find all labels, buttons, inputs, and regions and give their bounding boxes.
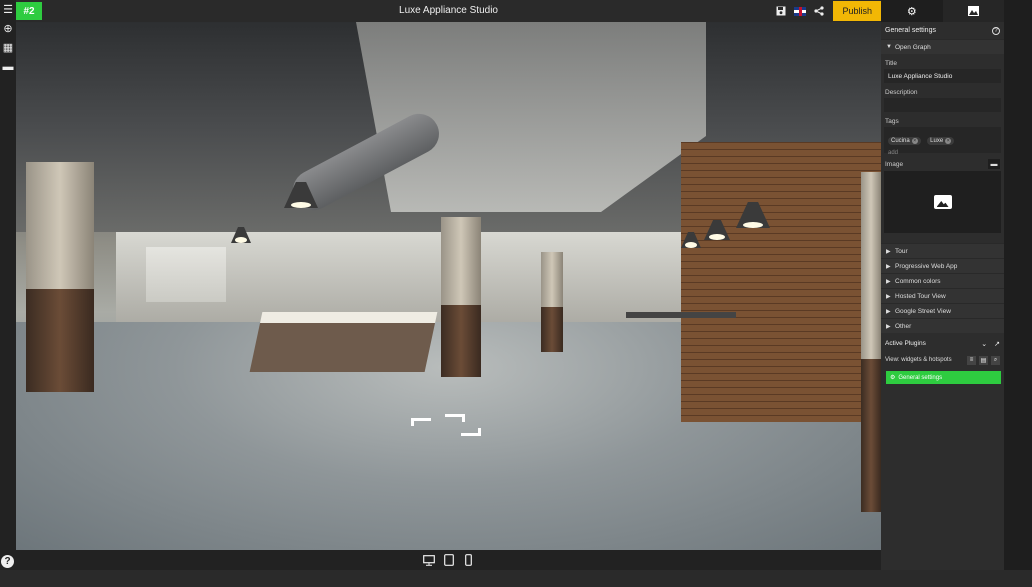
accordion-open-graph[interactable]: ▼ Open Graph [881,39,1004,54]
image-dropzone[interactable] [884,171,1001,233]
add-icon[interactable]: ⊕ [0,19,16,38]
folder-icon[interactable]: ▬ [988,159,1000,169]
image-icon [967,6,979,16]
top-bar: #2 Luxe Appliance Studio Publish [16,0,881,22]
caret-right-icon: ▶ [886,308,891,315]
gear-icon: ⚙ [890,375,896,381]
settings-panel: ⚙ General settings ? ▼ Open Graph Title … [881,0,1004,570]
accordion-other[interactable]: ▶ Other [881,318,1004,333]
table [626,312,736,352]
language-flag-icon[interactable] [793,4,807,18]
gear-icon: ⚙ [906,5,917,18]
publish-button[interactable]: Publish [833,1,881,21]
image-label: Image [885,160,904,168]
list-view-icon[interactable]: ≡ [967,355,976,365]
caret-right-icon: ▶ [886,278,891,285]
save-icon[interactable] [774,4,788,18]
caret-right-icon: ▶ [886,263,891,270]
tour-title: Luxe Appliance Studio [399,5,498,16]
general-settings-plugin-button[interactable]: ⚙ General settings [886,371,1001,384]
active-plugins-header: Active Plugins ⌄ ↗ [881,335,1004,352]
pillar [26,162,94,392]
pillar [861,172,881,512]
chevron-down-icon[interactable]: ⌄ [981,340,987,348]
accordion-hosted-tour-view[interactable]: ▶ Hosted Tour View [881,288,1004,303]
active-plugins-label: Active Plugins [885,340,926,347]
caret-right-icon: ▶ [886,248,891,255]
caret-down-icon: ▼ [886,44,892,50]
help-icon[interactable]: ? [1,555,14,568]
accordion-tour[interactable]: ▶ Tour [881,243,1004,258]
accordion-common-colors[interactable]: ▶ Common colors [881,273,1004,288]
tag-chip[interactable]: Luxe × [927,137,955,145]
tab-media[interactable] [942,0,1004,22]
left-rail: ☰ ⊕ ▦ ▬ ? [0,0,16,570]
remove-icon[interactable]: × [911,138,918,144]
title-field[interactable]: Luxe Appliance Studio [884,69,1001,83]
pillar [541,252,563,352]
image-placeholder-icon [933,195,952,209]
image-row: Image ▬ [881,153,1004,171]
kitchen-island [249,312,438,372]
accordion-pwa[interactable]: ▶ Progressive Web App [881,258,1004,273]
kitchen-appliances [146,247,226,302]
title-label: Title [885,60,898,67]
remove-icon[interactable]: × [945,138,952,144]
panorama-viewer[interactable] [16,22,881,550]
caret-right-icon: ▶ [886,323,891,330]
folder-icon[interactable]: ▬ [0,57,16,76]
top-actions: Publish [774,0,881,22]
description-field[interactable] [884,98,1001,112]
bottom-strip [0,570,1032,587]
menu-icon[interactable]: ☰ [0,0,16,19]
caret-right-icon: ▶ [886,293,891,300]
navigation-hotspot[interactable] [411,414,487,440]
tab-settings[interactable]: ⚙ [881,0,943,22]
brick-wall [681,142,881,422]
panel-tabs: ⚙ [881,0,1004,22]
tags-field[interactable]: Cucina × Luxe × add [884,127,1001,156]
app-window: ☰ ⊕ ▦ ▬ ? #2 Luxe Appliance Studio Publi… [0,0,1032,587]
accordion-google-street-view[interactable]: ▶ Google Street View [881,303,1004,318]
view-label: View: widgets & hotspots [885,357,952,363]
search-icon[interactable]: ⌕ [991,355,1000,365]
tag-chip[interactable]: Cucina × [888,137,921,145]
scene-badge[interactable]: #2 [16,2,42,20]
background-edge [1004,0,1032,570]
desktop-icon[interactable] [422,554,435,567]
section-title: General settings [885,27,936,34]
share-icon[interactable] [812,4,826,18]
tags-label: Tags [885,118,899,125]
description-label: Description [885,89,918,96]
section-header: General settings ? [881,22,1004,39]
widgets-icon[interactable]: ▦ [0,38,16,57]
device-preview-bar [16,550,881,570]
phone-icon[interactable] [463,554,475,567]
grid-view-icon[interactable]: ▤ [979,355,988,365]
help-icon[interactable]: ? [992,26,1000,35]
expand-icon[interactable]: ↗ [994,340,1000,348]
view-widgets-row: View: widgets & hotspots ≡ ▤ ⌕ [881,352,1004,368]
tablet-icon[interactable] [443,554,455,567]
accordion-label: Open Graph [895,43,931,51]
pillar [441,217,481,377]
